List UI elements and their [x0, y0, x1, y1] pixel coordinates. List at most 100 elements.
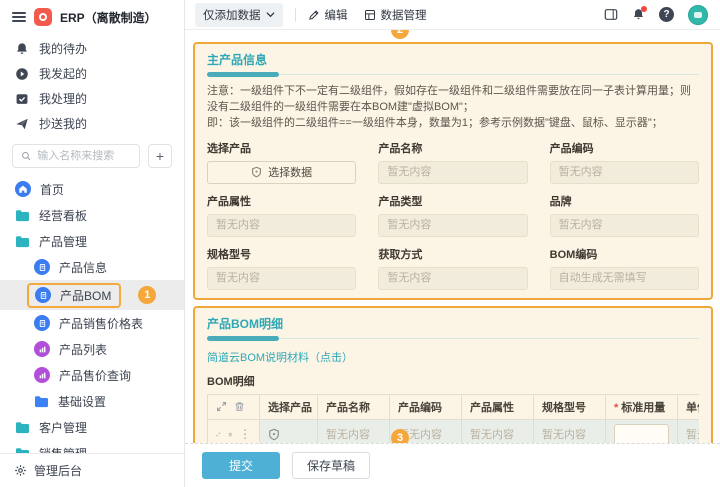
edit-button-label: 编辑	[325, 7, 348, 23]
sidebar-item-cc-to-me[interactable]: 抄送我的	[0, 111, 184, 136]
note-line: 即：该一级组件的二级组件==一级组件本身，数量为1；参考示例数据"键盘、鼠标、显…	[207, 116, 699, 132]
sidebar-item-label: 基础设置	[58, 393, 106, 410]
search-box[interactable]	[12, 144, 140, 168]
sidebar-item-business-dashboard[interactable]: 经营看板	[0, 202, 184, 228]
trash-icon[interactable]	[228, 429, 233, 440]
sidebar-item-home[interactable]: 首页	[0, 176, 184, 202]
column-header: 产品属性	[462, 394, 534, 419]
field-label: BOM编码	[550, 246, 699, 262]
row-cell: 暂无内容	[678, 419, 700, 443]
panel-note: 注意：一级组件下不一定有二级组件，假如存在一级组件和二级组件需要放在同一子表计算…	[207, 84, 699, 132]
sidebar-item-product-price-query[interactable]: 产品售价查询	[0, 362, 184, 388]
expand-icon[interactable]	[216, 429, 221, 440]
bom-table: 选择产品 产品名称 产品编码 产品属性 规格型号 *标准用量 单位	[207, 394, 699, 443]
row-select-product-cell[interactable]	[260, 419, 318, 443]
document-icon	[35, 287, 51, 303]
notification-dot	[641, 6, 647, 12]
main-area: 仅添加数据 编辑 数据管理 ?	[185, 0, 720, 487]
field-label: 产品属性	[207, 193, 356, 209]
sidebar-item-customer-management[interactable]: 客户管理	[0, 414, 184, 440]
field-product-type: 产品类型	[378, 193, 527, 237]
sidebar-item-product-list[interactable]: 产品列表	[0, 336, 184, 362]
sidebar-item-product-info[interactable]: 产品信息	[0, 254, 184, 280]
product-type-input	[378, 214, 527, 237]
avatar[interactable]	[688, 5, 708, 25]
search-input[interactable]	[37, 150, 131, 162]
folder-icon	[15, 421, 30, 434]
bom-doc-link[interactable]: 简道云BOM说明材料（点击）	[207, 349, 353, 365]
field-label: 选择产品	[207, 140, 356, 156]
product-code-input	[550, 161, 699, 184]
add-button[interactable]: +	[148, 144, 172, 168]
toolbar: 仅添加数据 编辑 数据管理 ?	[185, 0, 720, 30]
search-icon	[21, 150, 31, 162]
mode-dropdown[interactable]: 仅添加数据	[195, 3, 283, 27]
sidebar-item-label: 我处理的	[39, 90, 87, 107]
sidebar-nav: 首页 经营看板 产品管理 产品信息 产	[0, 176, 184, 453]
sidebar-item-product-bom[interactable]: 产品BOM 1	[0, 280, 184, 310]
field-label: 品牌	[550, 193, 699, 209]
sidebar-item-label: 产品BOM	[60, 287, 111, 304]
column-header: 单位	[678, 394, 700, 419]
sidebar-brand: ERP（离散制造）	[0, 0, 184, 32]
section-progress-bar	[207, 72, 699, 78]
sidebar-item-initiated-by-me[interactable]: 我发起的	[0, 61, 184, 86]
sidebar-item-my-todo[interactable]: 我的待办	[0, 36, 184, 61]
annotation-badge-1: 1	[138, 286, 156, 304]
form-content: 2 主产品信息 注意：一级组件下不一定有二级组件，假如存在一级组件和二级组件需要…	[185, 30, 720, 443]
sidebar-item-handled-by-me[interactable]: 我处理的	[0, 86, 184, 111]
save-draft-button[interactable]: 保存草稿	[292, 452, 370, 479]
sidebar-item-label: 产品销售价格表	[59, 315, 143, 332]
hamburger-menu-icon[interactable]	[12, 12, 26, 22]
bom-detail-panel: 产品BOM明细 简道云BOM说明材料（点击） BOM明细	[193, 306, 713, 443]
edit-button[interactable]: 编辑	[308, 7, 348, 23]
chevron-down-icon	[266, 11, 275, 18]
toolbar-right: ?	[604, 5, 708, 25]
send-icon	[15, 117, 29, 131]
field-label: 获取方式	[378, 246, 527, 262]
active-item-highlight: 产品BOM	[27, 283, 121, 308]
link-data-icon	[251, 166, 262, 178]
expand-icon[interactable]	[216, 401, 227, 412]
help-icon[interactable]: ?	[659, 7, 674, 22]
field-product-attribute: 产品属性	[207, 193, 356, 237]
data-manage-button-label: 数据管理	[381, 7, 427, 23]
sidebar-item-product-sales-price-list[interactable]: 产品销售价格表	[0, 310, 184, 336]
sidebar-item-label: 抄送我的	[39, 115, 87, 132]
play-circle-icon	[15, 67, 29, 81]
acquisition-method-input	[378, 267, 527, 290]
kebab-menu-icon[interactable]: ⋮	[239, 428, 251, 440]
document-icon	[34, 315, 50, 331]
bom-table-label: BOM明细	[207, 373, 699, 389]
toolbar-divider	[295, 8, 296, 22]
document-icon	[34, 259, 50, 275]
submit-button[interactable]: 提交	[202, 452, 280, 479]
sidebar-item-admin-backend[interactable]: 管理后台	[0, 453, 184, 487]
sidebar-item-label: 我发起的	[39, 65, 87, 82]
quick-nav: 我的待办 我发起的 我处理的 抄送我的	[0, 32, 184, 138]
data-grid-icon	[364, 9, 376, 21]
home-icon	[15, 181, 31, 197]
trash-icon[interactable]	[234, 401, 245, 412]
bom-code-input	[550, 267, 699, 290]
required-marker: *	[614, 402, 618, 414]
main-product-info-panel: 主产品信息 注意：一级组件下不一定有二级组件，假如存在一级组件和二级组件需要放在…	[193, 42, 713, 300]
standard-qty-input[interactable]	[614, 424, 669, 443]
sidebar-item-label: 产品售价查询	[59, 367, 131, 384]
notification-button[interactable]	[632, 8, 645, 21]
sidebar-item-sales-management[interactable]: 销售管理	[0, 440, 184, 453]
sidebar-item-product-management[interactable]: 产品管理	[0, 228, 184, 254]
bom-table-row: ⋮ 暂无内容 暂无内容 暂无内容 暂无内容 暂无内容	[208, 419, 700, 443]
data-manage-button[interactable]: 数据管理	[364, 7, 427, 23]
field-bom-code: BOM编码	[550, 246, 699, 290]
sidebar-item-label: 产品管理	[39, 233, 87, 250]
field-product-name: 产品名称	[378, 140, 527, 184]
sidebar-item-basic-settings[interactable]: 基础设置	[0, 388, 184, 414]
edit-pencil-icon	[308, 9, 320, 21]
sidebar-item-label: 销售管理	[39, 445, 87, 454]
task-check-icon	[15, 92, 29, 106]
sidebar: ERP（离散制造） 我的待办 我发起的 我处理的 抄送我的	[0, 0, 185, 487]
select-data-button[interactable]: 选择数据	[207, 161, 356, 184]
report-icon	[34, 341, 50, 357]
panel-toggle-button[interactable]	[604, 8, 618, 21]
